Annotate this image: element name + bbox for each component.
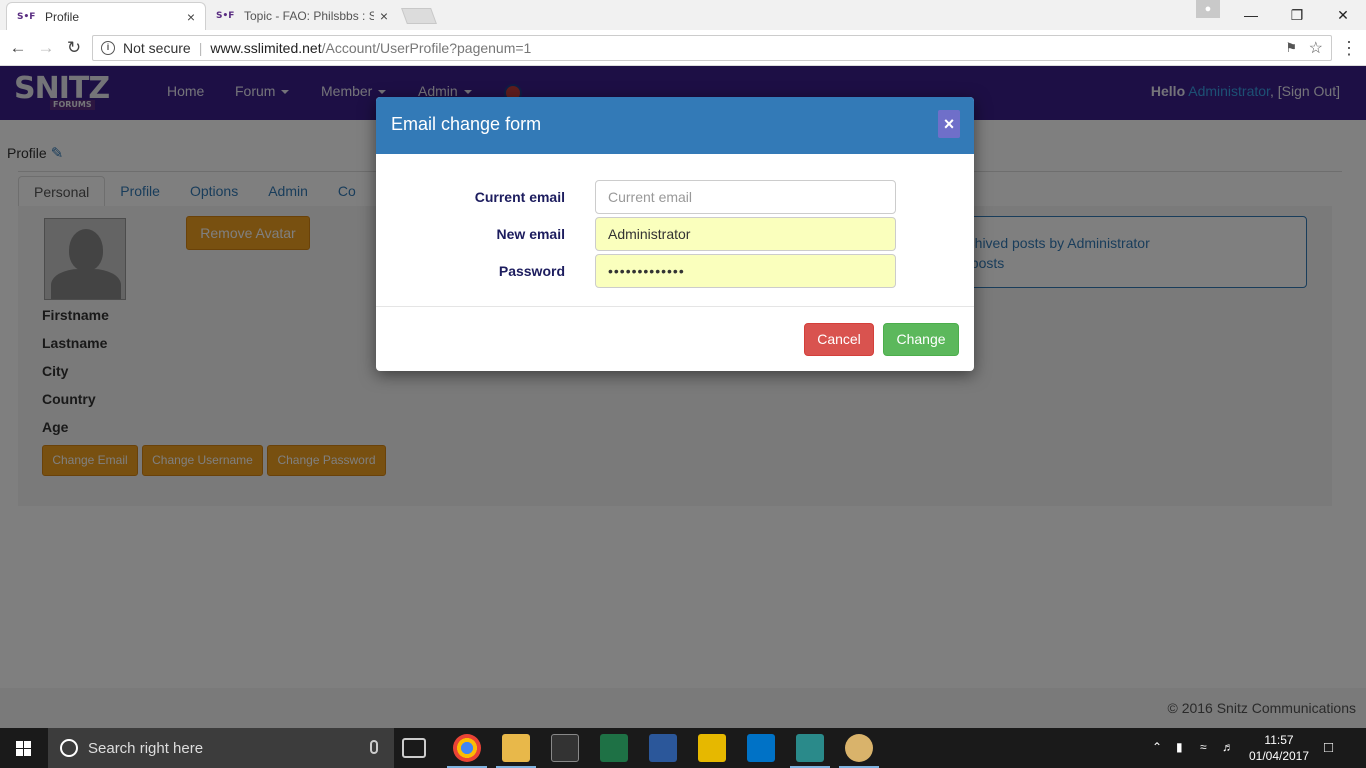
browser-tab-bar: S•F Profile × S•F Topic - FAO: Philsbbs … xyxy=(0,0,1366,30)
word-icon[interactable] xyxy=(649,734,677,762)
email-change-modal: Email change form × Current email Curren… xyxy=(376,97,974,371)
clock[interactable]: 11:57 01/04/2017 xyxy=(1248,732,1310,764)
taskbar-search[interactable]: Search right here xyxy=(48,728,394,768)
current-email-label: Current email xyxy=(474,189,565,205)
back-icon[interactable]: ← xyxy=(6,36,30,60)
password-input[interactable]: ••••••••••••• xyxy=(595,254,896,288)
chrome-icon[interactable] xyxy=(453,734,481,762)
minimize-button[interactable]: — xyxy=(1228,0,1274,30)
address-bar[interactable]: i Not secure | www.sslimited.net/Account… xyxy=(92,35,1332,61)
close-window-button[interactable]: ✕ xyxy=(1320,0,1366,30)
info-icon[interactable]: i xyxy=(101,41,115,55)
app-icon[interactable] xyxy=(698,734,726,762)
app-icon[interactable] xyxy=(796,734,824,762)
tab-topic[interactable]: S•F Topic - FAO: Philsbbs : Sn × xyxy=(206,2,398,30)
windows-taskbar: Search right here ⌃ ▮ ≈ ♬ 11:57 01/04/20… xyxy=(0,728,1366,768)
tab-title: Topic - FAO: Philsbbs : Sn xyxy=(244,9,374,23)
wifi-icon[interactable]: ≈ xyxy=(1200,740,1207,754)
paint-icon[interactable] xyxy=(845,734,873,762)
excel-icon[interactable] xyxy=(600,734,628,762)
modal-header: Email change form × xyxy=(376,97,974,154)
address-row: ← → ↻ i Not secure | www.sslimited.net/A… xyxy=(0,30,1366,66)
tab-profile[interactable]: S•F Profile × xyxy=(6,2,206,30)
modal-title: Email change form xyxy=(391,114,542,134)
url-path: /Account/UserProfile?pagenum=1 xyxy=(321,40,532,56)
bookmark-star-icon[interactable]: ☆ xyxy=(1309,38,1323,58)
volume-icon[interactable]: ♬ xyxy=(1222,740,1234,754)
password-label: Password xyxy=(498,263,565,279)
windows-logo-icon xyxy=(16,741,23,748)
browser-menu-icon[interactable]: ⋮ xyxy=(1340,38,1358,59)
reload-icon[interactable]: ↻ xyxy=(62,36,86,60)
start-button[interactable] xyxy=(0,728,48,768)
favicon-icon: S•F xyxy=(17,11,36,22)
maximize-button[interactable]: ❐ xyxy=(1274,0,1320,30)
security-label: Not secure xyxy=(123,40,191,56)
tab-title: Profile xyxy=(45,9,80,24)
separator: | xyxy=(198,40,203,56)
command-prompt-icon[interactable] xyxy=(551,734,579,762)
new-email-input[interactable]: Administrator xyxy=(595,217,896,251)
url-host: www.sslimited.net xyxy=(210,40,322,56)
divider xyxy=(376,306,974,307)
change-button[interactable]: Change xyxy=(883,323,959,356)
search-placeholder: Search right here xyxy=(88,740,204,757)
microphone-icon[interactable] xyxy=(370,740,378,754)
clock-date: 01/04/2017 xyxy=(1248,749,1310,763)
forward-icon[interactable]: → xyxy=(34,36,58,60)
pin-icon[interactable]: ⚑ xyxy=(1285,40,1297,56)
cancel-button[interactable]: Cancel xyxy=(804,323,874,356)
tab-close-icon[interactable]: × xyxy=(187,9,195,25)
current-email-input[interactable]: Current email xyxy=(595,180,896,214)
file-explorer-icon[interactable] xyxy=(502,734,530,762)
close-icon[interactable]: × xyxy=(938,110,960,138)
cortana-icon xyxy=(60,739,78,757)
new-email-label: New email xyxy=(496,226,565,242)
notifications-icon[interactable]: □ xyxy=(1324,739,1333,756)
task-view-icon[interactable] xyxy=(402,738,426,758)
new-tab-button[interactable] xyxy=(401,8,437,24)
battery-icon[interactable]: ▮ xyxy=(1176,740,1183,754)
outlook-icon[interactable] xyxy=(747,734,775,762)
favicon-icon: S•F xyxy=(216,11,235,21)
tray-chevron-icon[interactable]: ⌃ xyxy=(1152,740,1162,754)
browser-profile-icon[interactable]: ● xyxy=(1196,0,1220,18)
tab-close-icon[interactable]: × xyxy=(380,8,388,24)
clock-time: 11:57 xyxy=(1264,733,1294,747)
